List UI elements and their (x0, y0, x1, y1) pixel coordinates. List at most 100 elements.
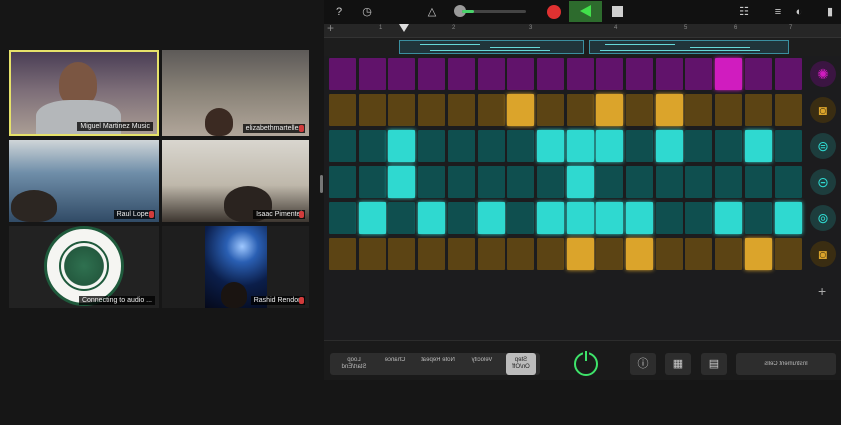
step-cell-on[interactable] (507, 94, 535, 126)
step-cell-off[interactable] (447, 238, 475, 270)
stop-button[interactable] (612, 6, 623, 17)
step-cell-off[interactable] (388, 94, 416, 126)
step-cell-off[interactable] (744, 166, 772, 198)
step-cell-off[interactable] (715, 238, 743, 270)
participant-tile-isaac[interactable]: Isaac Pimentel (162, 140, 309, 222)
step-cell-off[interactable] (626, 94, 653, 126)
tracks-view-icon[interactable]: ≡ (770, 0, 786, 24)
participant-tile-elizabeth[interactable]: elizabethmartellez (162, 50, 309, 136)
step-cell-off[interactable] (685, 166, 713, 198)
step-cell-off[interactable] (477, 94, 505, 126)
edit-mode-segmented-control[interactable]: Loop Start/End Chance Note Repeat Veloci… (330, 353, 540, 375)
segment-step-on-off[interactable]: Step On/Off (506, 353, 536, 375)
step-cell-off[interactable] (744, 94, 772, 126)
cymbal-kit-icon[interactable]: ✺ (810, 61, 836, 87)
step-cell-off[interactable] (358, 166, 386, 198)
info-icon[interactable]: ⓘ (630, 353, 656, 375)
step-cell-off[interactable] (566, 58, 594, 90)
pattern-grid-icon[interactable]: ▦ (665, 353, 691, 375)
step-cell-off[interactable] (655, 202, 683, 234)
participant-tile-miguel[interactable]: Miguel Martinez Music (9, 50, 159, 136)
power-button[interactable] (574, 351, 598, 376)
pattern-region[interactable] (399, 40, 584, 54)
step-cell-on[interactable] (566, 238, 594, 270)
step-cell-on[interactable] (566, 130, 594, 162)
step-cell-off[interactable] (507, 166, 535, 198)
step-cell-off[interactable] (358, 130, 386, 162)
step-cell-off[interactable] (388, 202, 416, 234)
step-cell-on[interactable] (744, 130, 772, 162)
step-cell-off[interactable] (685, 238, 713, 270)
step-cell-off[interactable] (447, 166, 475, 198)
step-cell-on[interactable] (536, 202, 564, 234)
step-cell-off[interactable] (715, 166, 743, 198)
step-cell-on[interactable] (566, 166, 594, 198)
step-cell-on[interactable] (358, 202, 386, 234)
step-cell-off[interactable] (536, 58, 564, 90)
step-cell-off[interactable] (358, 58, 386, 90)
step-cell-off[interactable] (566, 94, 594, 126)
metronome-icon[interactable]: △ (424, 0, 440, 24)
step-cell-on[interactable] (626, 238, 653, 270)
segment-velocity[interactable]: Velocity (466, 353, 498, 375)
segment-note-repeat[interactable]: Note Repeat (416, 353, 460, 375)
loop-browser-icon[interactable]: ◐ (790, 0, 808, 24)
step-cell-off[interactable] (388, 238, 416, 270)
step-cell-on[interactable] (655, 130, 683, 162)
step-cell-off[interactable] (774, 130, 802, 162)
step-cell-on[interactable] (744, 238, 772, 270)
step-cell-off[interactable] (774, 238, 802, 270)
volume-slider[interactable] (462, 10, 526, 13)
step-cell-off[interactable] (596, 166, 624, 198)
step-cell-on[interactable] (626, 202, 653, 234)
participant-tile-rashid[interactable]: Rashid Rendon (162, 226, 309, 308)
step-cell-off[interactable] (477, 58, 505, 90)
step-cell-off[interactable] (358, 238, 386, 270)
clock-icon[interactable]: ◷ (359, 0, 375, 24)
step-cell-on[interactable] (715, 202, 743, 234)
step-cell-off[interactable] (596, 238, 624, 270)
step-cell-off[interactable] (447, 58, 475, 90)
step-cell-off[interactable] (715, 130, 743, 162)
step-cell-off[interactable] (536, 166, 564, 198)
step-cell-off[interactable] (744, 58, 772, 90)
step-cell-on[interactable] (596, 202, 624, 234)
split-view-handle[interactable] (320, 175, 323, 193)
step-cell-on[interactable] (596, 94, 624, 126)
step-cell-on[interactable] (566, 202, 594, 234)
tom-icon[interactable]: ⊚ (810, 205, 836, 231)
step-cell-off[interactable] (626, 58, 653, 90)
step-cell-off[interactable] (774, 94, 802, 126)
step-cell-off[interactable] (774, 166, 802, 198)
help-icon[interactable]: ? (332, 0, 346, 24)
mixer-icon[interactable]: ☷ (736, 0, 752, 24)
segment-chance[interactable]: Chance (380, 353, 410, 375)
step-cell-off[interactable] (477, 130, 505, 162)
step-cell-off[interactable] (744, 202, 772, 234)
step-cell-off[interactable] (447, 202, 475, 234)
step-cell-off[interactable] (447, 130, 475, 162)
step-cell-off[interactable] (418, 130, 446, 162)
step-cell-off[interactable] (626, 130, 653, 162)
playhead[interactable] (399, 24, 409, 34)
step-cell-off[interactable] (715, 94, 743, 126)
step-cell-on[interactable] (596, 130, 624, 162)
step-cell-on[interactable] (655, 94, 683, 126)
participant-tile-raul[interactable]: Raul Lopez (9, 140, 159, 222)
keyboard-grid-icon[interactable]: ▤ (701, 353, 727, 375)
add-row-icon[interactable]: + (818, 283, 826, 299)
step-cell-on[interactable] (388, 130, 416, 162)
step-cell-off[interactable] (507, 58, 535, 90)
add-section-icon[interactable]: + (327, 21, 334, 35)
step-cell-off[interactable] (418, 58, 446, 90)
step-cell-off[interactable] (596, 58, 624, 90)
step-cell-off[interactable] (418, 166, 446, 198)
step-cell-off[interactable] (626, 166, 653, 198)
step-cell-off[interactable] (329, 94, 356, 126)
settings-doc-icon[interactable]: ▮ (824, 0, 836, 24)
instrument-cells-button[interactable]: Instrument Cells (736, 353, 836, 375)
step-cell-off[interactable] (418, 238, 446, 270)
step-cell-off[interactable] (329, 238, 356, 270)
pattern-region[interactable] (589, 40, 789, 54)
step-cell-off[interactable] (329, 58, 356, 90)
